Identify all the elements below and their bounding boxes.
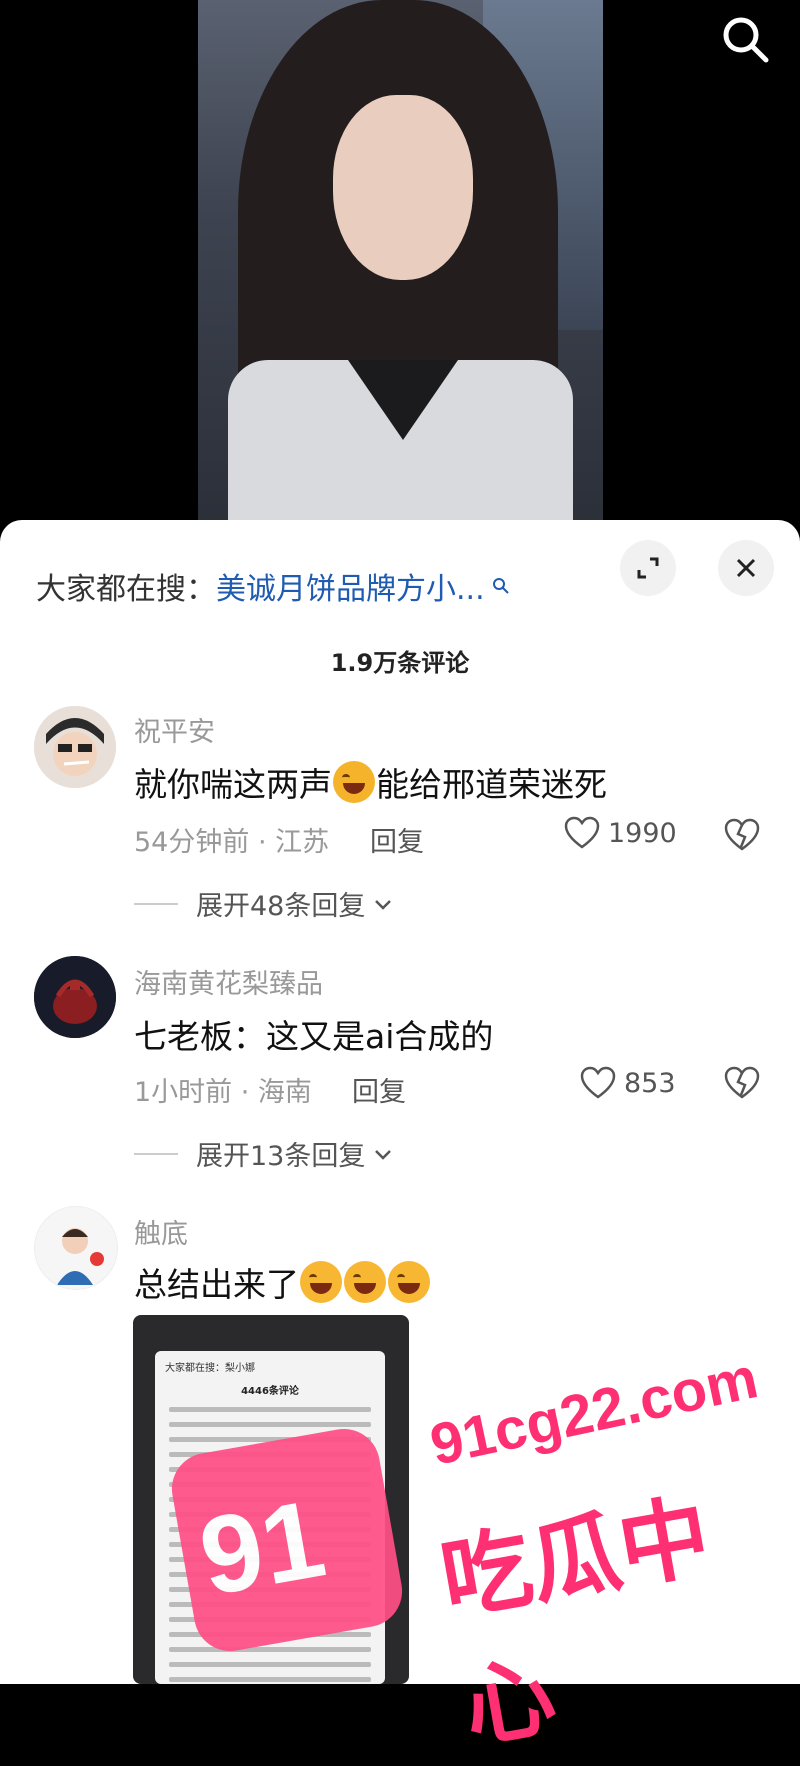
- like-count: 853: [624, 1067, 676, 1099]
- comment-count: 1.9万条评论: [330, 649, 470, 677]
- comment-text: 总结出来了: [134, 1258, 431, 1306]
- like-button[interactable]: 853: [580, 1066, 676, 1100]
- like-button[interactable]: 1990: [564, 816, 677, 850]
- close-icon[interactable]: [718, 540, 774, 596]
- comment-text-part: 能给邢道荣迷死: [376, 765, 607, 804]
- trending-search-link[interactable]: 美诚月饼品牌方小...: [216, 564, 485, 608]
- chevron-down-icon: [375, 899, 392, 910]
- heart-icon: [580, 1066, 616, 1099]
- video-player[interactable]: [0, 0, 800, 530]
- reply-button[interactable]: 回复: [370, 820, 424, 859]
- grinning-emoji-icon: [344, 1261, 386, 1303]
- laughing-crying-emoji-icon: [333, 761, 375, 803]
- expand-replies-button[interactable]: 展开13条回复: [134, 1134, 395, 1173]
- trending-search[interactable]: 大家都在搜： 美诚月饼品牌方小...: [36, 556, 511, 616]
- video-person-face: [333, 95, 473, 280]
- image-mini-search: 大家都在搜：梨小娜: [165, 1363, 255, 1374]
- comment-username[interactable]: 触底: [134, 1212, 188, 1251]
- broken-heart-icon[interactable]: [724, 1066, 760, 1104]
- comment-text-part: 总结出来了: [134, 1265, 299, 1304]
- comment-text-part: 就你喘这两声: [134, 765, 332, 804]
- comment-meta: 54分钟前 · 江苏: [134, 827, 330, 858]
- chevron-down-icon: [375, 1149, 392, 1160]
- reply-button[interactable]: 回复: [352, 1070, 406, 1109]
- image-document: 大家都在搜：梨小娜 4446条评论: [155, 1351, 385, 1684]
- expand-replies-label: 展开48条回复: [196, 891, 366, 922]
- video-frame[interactable]: [198, 0, 603, 530]
- expand-replies-button[interactable]: 展开48条回复: [134, 884, 395, 923]
- comment-text: 七老板：这又是ai合成的: [134, 1017, 494, 1056]
- divider: [134, 1152, 178, 1155]
- avatar[interactable]: [34, 1206, 118, 1290]
- comment-image[interactable]: 大家都在搜：梨小娜 4446条评论: [133, 1315, 409, 1684]
- expand-icon[interactable]: [620, 540, 676, 596]
- comment-meta: 1小时前 · 海南: [134, 1077, 312, 1108]
- trending-search-prefix: 大家都在搜：: [36, 572, 216, 607]
- avatar[interactable]: [34, 956, 116, 1038]
- like-count: 1990: [608, 817, 677, 849]
- grinning-emoji-icon: [300, 1261, 342, 1303]
- avatar[interactable]: [34, 706, 116, 788]
- heart-icon: [564, 816, 600, 849]
- grinning-emoji-icon: [388, 1261, 430, 1303]
- broken-heart-icon[interactable]: [724, 818, 760, 856]
- expand-replies-label: 展开13条回复: [196, 1141, 366, 1172]
- comment-username[interactable]: 祝平安: [134, 710, 215, 749]
- image-mini-count: 4446条评论: [241, 1386, 299, 1397]
- comment-text: 就你喘这两声 能给邢道荣迷死: [134, 758, 607, 806]
- divider: [134, 902, 178, 905]
- comment-username[interactable]: 海南黄花梨臻品: [134, 962, 323, 1001]
- search-icon[interactable]: [720, 14, 772, 66]
- search-mini-icon: [492, 578, 509, 594]
